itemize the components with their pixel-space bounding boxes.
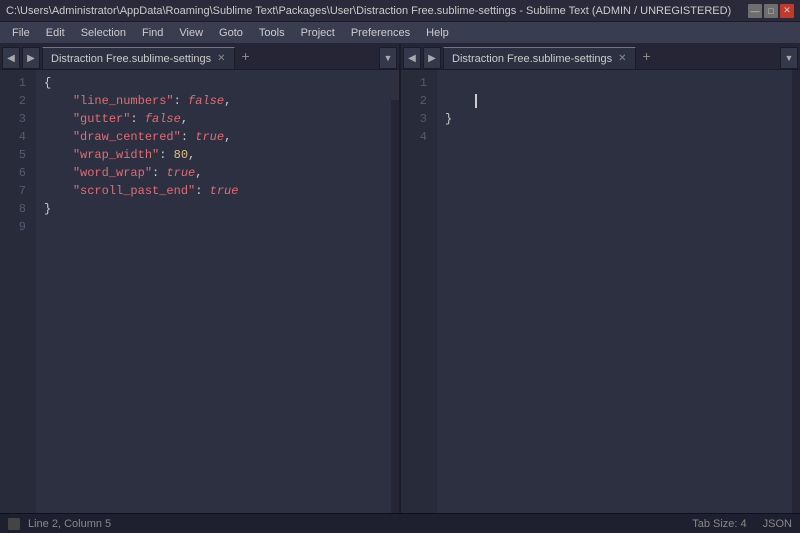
right-line-num-3: 3	[405, 110, 433, 128]
left-collapse-btn[interactable]: ▼	[379, 47, 397, 69]
right-tab-add[interactable]: +	[638, 47, 656, 69]
menu-help[interactable]: Help	[418, 25, 457, 41]
line-num-1: 1	[4, 74, 32, 92]
left-pane: ◀ ▶ Distraction Free.sublime-settings ✕ …	[0, 44, 401, 513]
window-controls: — □ ✕	[748, 4, 794, 18]
menu-view[interactable]: View	[171, 25, 211, 41]
editor-area: ◀ ▶ Distraction Free.sublime-settings ✕ …	[0, 44, 800, 513]
code-line-5: "wrap_width": 80,	[44, 146, 383, 164]
menu-file[interactable]: File	[4, 25, 38, 41]
left-code-area[interactable]: 1 2 3 4 5 6 7 8 9 { "line_numbers": fals…	[0, 70, 399, 513]
title-text: C:\Users\Administrator\AppData\Roaming\S…	[6, 5, 731, 17]
line-num-2: 2	[4, 92, 32, 110]
menu-tools[interactable]: Tools	[251, 25, 293, 41]
right-line-numbers: 1 2 3 4	[401, 70, 437, 513]
right-scrollbar[interactable]	[792, 70, 800, 513]
menu-find[interactable]: Find	[134, 25, 171, 41]
right-code-line-3: }	[445, 110, 784, 128]
line-num-5: 5	[4, 146, 32, 164]
right-line-num-2: 2	[405, 92, 433, 110]
right-nav-prev[interactable]: ◀	[403, 47, 421, 69]
syntax-type[interactable]: JSON	[763, 518, 792, 530]
right-tab-bar: ◀ ▶ Distraction Free.sublime-settings ✕ …	[401, 44, 800, 70]
line-num-6: 6	[4, 164, 32, 182]
code-line-1: {	[44, 74, 383, 92]
right-nav-next[interactable]: ▶	[423, 47, 441, 69]
right-line-num-4: 4	[405, 128, 433, 146]
code-line-6: "word_wrap": true,	[44, 164, 383, 182]
right-line-num-1: 1	[405, 74, 433, 92]
line-num-4: 4	[4, 128, 32, 146]
left-tab-label: Distraction Free.sublime-settings	[51, 53, 211, 65]
tab-size: Tab Size: 4	[692, 518, 746, 530]
code-line-7: "scroll_past_end": true	[44, 182, 383, 200]
title-bar: C:\Users\Administrator\AppData\Roaming\S…	[0, 0, 800, 22]
minimap-thumb	[391, 70, 399, 100]
cursor-position: Line 2, Column 5	[28, 518, 111, 530]
status-icon	[8, 518, 20, 530]
left-tab-close[interactable]: ✕	[217, 53, 225, 64]
status-bar: Line 2, Column 5 Tab Size: 4 JSON	[0, 513, 800, 533]
code-line-4: "draw_centered": true,	[44, 128, 383, 146]
code-line-2: "line_numbers": false,	[44, 92, 383, 110]
close-button[interactable]: ✕	[780, 4, 794, 18]
code-line-9	[44, 218, 383, 236]
menu-preferences[interactable]: Preferences	[343, 25, 418, 41]
left-nav-prev[interactable]: ◀	[2, 47, 20, 69]
maximize-button[interactable]: □	[764, 4, 778, 18]
line-num-9: 9	[4, 218, 32, 236]
left-minimap[interactable]	[391, 70, 399, 513]
line-num-3: 3	[4, 110, 32, 128]
left-line-numbers: 1 2 3 4 5 6 7 8 9	[0, 70, 36, 513]
left-tab-bar: ◀ ▶ Distraction Free.sublime-settings ✕ …	[0, 44, 399, 70]
code-line-3: "gutter": false,	[44, 110, 383, 128]
right-pane: ◀ ▶ Distraction Free.sublime-settings ✕ …	[401, 44, 800, 513]
menu-bar: File Edit Selection Find View Goto Tools…	[0, 22, 800, 44]
right-code-line-1	[445, 74, 784, 92]
left-tab-active[interactable]: Distraction Free.sublime-settings ✕	[42, 47, 235, 69]
right-code-area[interactable]: 1 2 3 4 }	[401, 70, 800, 513]
right-tab-close[interactable]: ✕	[618, 53, 626, 64]
right-tab-right-btns: ▼	[780, 47, 798, 69]
text-cursor	[475, 94, 477, 108]
right-code-content[interactable]: }	[437, 70, 792, 513]
menu-project[interactable]: Project	[293, 25, 343, 41]
minimize-button[interactable]: —	[748, 4, 762, 18]
left-code-content[interactable]: { "line_numbers": false, "gutter": false…	[36, 70, 391, 513]
right-code-line-2	[445, 92, 784, 110]
right-tab-active[interactable]: Distraction Free.sublime-settings ✕	[443, 47, 636, 69]
code-line-8: }	[44, 200, 383, 218]
line-num-8: 8	[4, 200, 32, 218]
menu-goto[interactable]: Goto	[211, 25, 251, 41]
left-tab-add[interactable]: +	[237, 47, 255, 69]
status-right: Tab Size: 4 JSON	[692, 518, 792, 530]
menu-selection[interactable]: Selection	[73, 25, 134, 41]
line-num-7: 7	[4, 182, 32, 200]
right-tab-label: Distraction Free.sublime-settings	[452, 53, 612, 65]
right-code-line-4	[445, 128, 784, 146]
left-tab-right-btns: ▼	[379, 47, 397, 69]
right-collapse-btn[interactable]: ▼	[780, 47, 798, 69]
left-nav-next[interactable]: ▶	[22, 47, 40, 69]
menu-edit[interactable]: Edit	[38, 25, 73, 41]
